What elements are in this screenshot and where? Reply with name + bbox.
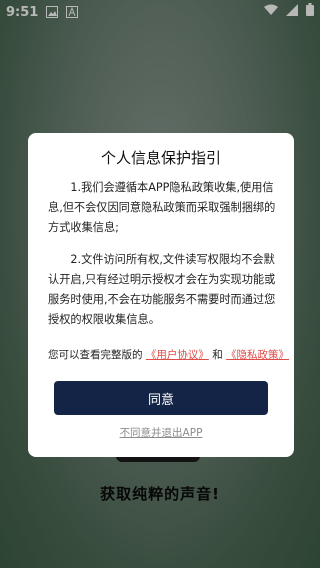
dialog-paragraph-1: 1.我们会遵循本APP隐私政策收集,使用信息,但不会仅因同意隐私政策而采取强制捆… (48, 181, 276, 234)
privacy-policy-link[interactable]: 《隐私政策》 (226, 349, 289, 361)
agree-button[interactable]: 同意 (54, 381, 268, 415)
view-policies-line: 您可以查看完整版的 《用户协议》 和 《隐私政策》 (48, 347, 289, 362)
dialog-title: 个人信息保护指引 (100, 149, 221, 167)
user-agreement-link[interactable]: 《用户协议》 (146, 349, 209, 361)
privacy-dialog: 个人信息保护指引 1.我们会遵循本APP隐私政策收集,使用信息,但不会仅因同意隐… (28, 133, 294, 457)
dialog-paragraph-2: 2.文件访问所有权,文件读写权限均不会默认开启,只有经过明示授权才会在为实现功能… (48, 253, 276, 326)
view-prefix: 您可以查看完整版的 (48, 349, 143, 361)
and-text: 和 (212, 349, 223, 361)
disagree-exit-link[interactable]: 不同意并退出APP (28, 425, 294, 440)
